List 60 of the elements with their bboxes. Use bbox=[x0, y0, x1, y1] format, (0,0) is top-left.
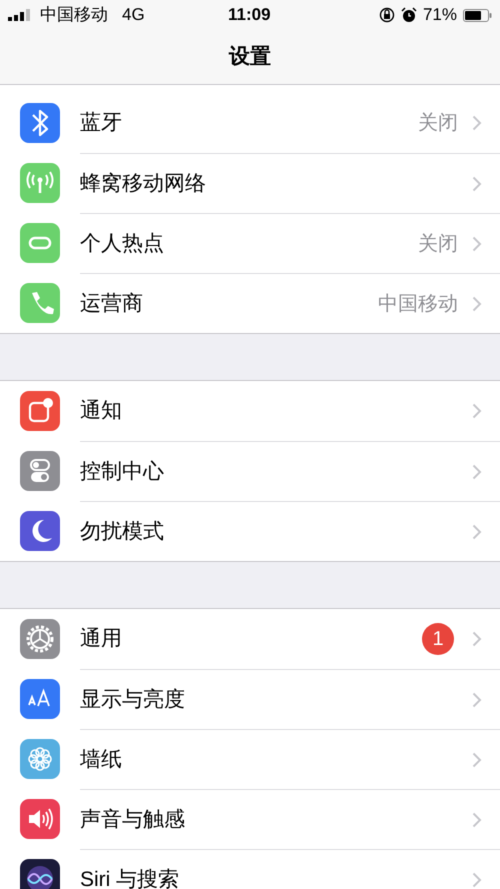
row-label: 通用 bbox=[80, 626, 122, 652]
network-type: 4G bbox=[122, 4, 145, 26]
page-title: 设置 bbox=[229, 44, 271, 70]
row-value: 关闭 bbox=[418, 232, 458, 256]
chevron-icon bbox=[472, 296, 482, 312]
chevron-icon bbox=[472, 115, 482, 131]
settings-row[interactable]: 蓝牙 关闭 bbox=[0, 93, 500, 153]
chevron-icon bbox=[472, 176, 482, 192]
row-label: 蓝牙 bbox=[80, 110, 122, 136]
row-label: 显示与亮度 bbox=[80, 686, 185, 713]
battery-icon bbox=[463, 8, 492, 22]
settings-row[interactable]: 通知 bbox=[0, 381, 500, 441]
chain-link-icon bbox=[20, 223, 60, 263]
settings-row[interactable]: 显示与亮度 bbox=[0, 669, 500, 729]
settings-row[interactable]: 个人热点 关闭 bbox=[0, 213, 500, 273]
phone-icon bbox=[20, 283, 60, 323]
toggles-icon bbox=[20, 451, 60, 491]
settings-row[interactable]: 控制中心 bbox=[0, 441, 500, 501]
notification-badge: 1 bbox=[422, 623, 454, 655]
row-label: 墙纸 bbox=[80, 746, 122, 773]
chevron-icon bbox=[472, 403, 482, 419]
siri-icon bbox=[20, 859, 60, 889]
letters-icon bbox=[20, 679, 60, 719]
row-value: 关闭 bbox=[418, 111, 458, 136]
bluetooth-icon bbox=[20, 103, 60, 143]
settings-row[interactable]: 运营商 中国移动 bbox=[0, 273, 500, 333]
carrier-name: 中国移动 bbox=[40, 4, 108, 26]
battery-percent: 71% bbox=[422, 4, 457, 26]
chevron-icon bbox=[472, 631, 482, 647]
settings-row[interactable]: Siri 与搜索 bbox=[0, 849, 500, 889]
chevron-icon bbox=[472, 236, 482, 252]
antenna-icon bbox=[20, 163, 60, 203]
settings-row[interactable]: 墙纸 bbox=[0, 729, 500, 789]
row-value: 中国移动 bbox=[378, 292, 458, 316]
chevron-icon bbox=[472, 464, 482, 480]
row-label: 个人热点 bbox=[80, 230, 164, 257]
row-label: 通知 bbox=[80, 398, 122, 424]
clock-time: 11:09 bbox=[228, 4, 271, 26]
row-label: 控制中心 bbox=[80, 458, 164, 485]
speaker-icon bbox=[20, 799, 60, 839]
settings-row[interactable]: 通用 1 bbox=[0, 609, 500, 669]
rotation-lock-icon bbox=[378, 7, 395, 23]
alarm-icon bbox=[400, 7, 417, 23]
gear-icon bbox=[20, 619, 60, 659]
settings-row[interactable]: 蜂窝移动网络 bbox=[0, 153, 500, 213]
row-label: 蜂窝移动网络 bbox=[80, 170, 206, 197]
chevron-icon bbox=[472, 752, 482, 768]
chevron-icon bbox=[472, 524, 482, 540]
row-label: 运营商 bbox=[80, 290, 143, 317]
chevron-icon bbox=[472, 812, 482, 828]
flower-icon bbox=[20, 739, 60, 779]
row-label: Siri 与搜索 bbox=[80, 866, 180, 889]
chevron-icon bbox=[472, 692, 482, 708]
settings-row[interactable]: 声音与触感 bbox=[0, 789, 500, 849]
settings-row[interactable]: 勿扰模式 bbox=[0, 501, 500, 561]
row-label: 声音与触感 bbox=[80, 806, 185, 833]
moon-icon bbox=[20, 511, 60, 551]
row-label: 勿扰模式 bbox=[80, 518, 164, 545]
settings-row[interactable] bbox=[0, 85, 500, 93]
notification-icon bbox=[20, 391, 60, 431]
